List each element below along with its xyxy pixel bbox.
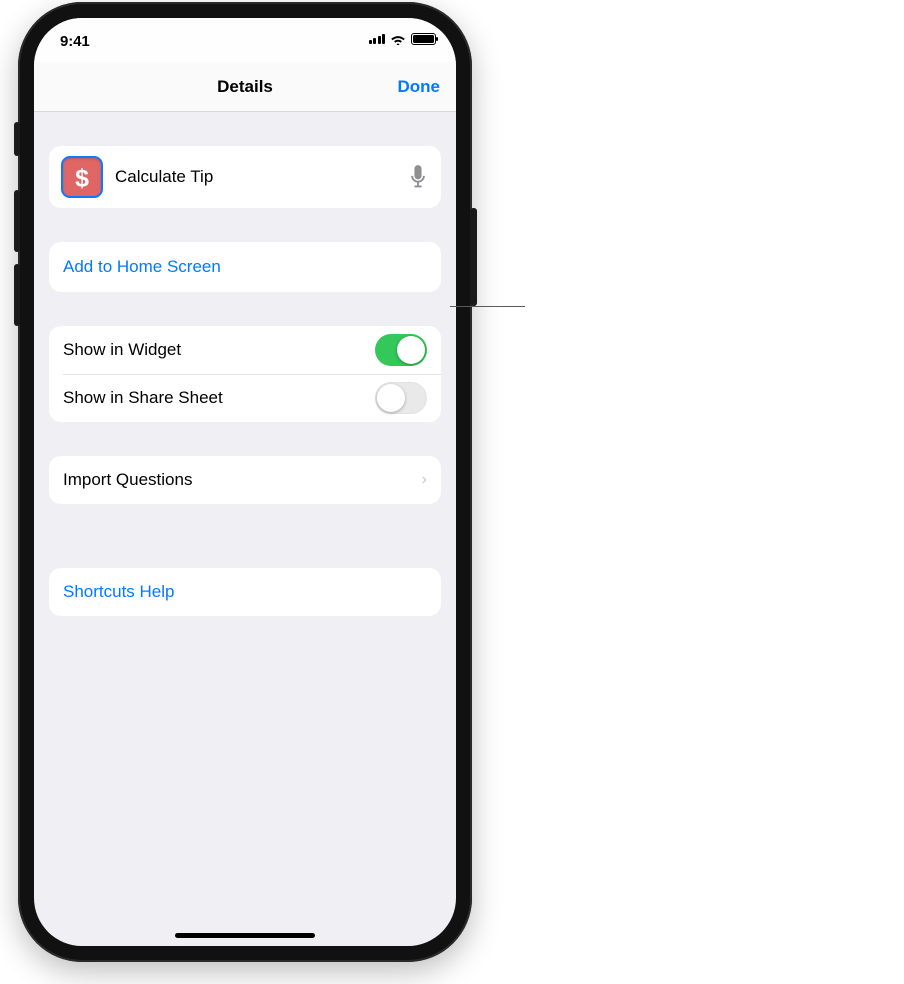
shortcut-name-field[interactable]: Calculate Tip — [115, 167, 409, 187]
help-group: Shortcuts Help — [49, 568, 441, 616]
status-time: 9:41 — [60, 33, 90, 50]
import-questions-label: Import Questions — [63, 470, 422, 490]
dictate-icon[interactable] — [409, 164, 427, 190]
status-right — [369, 33, 437, 45]
side-button-volume-down — [14, 264, 20, 326]
svg-text:$: $ — [75, 164, 89, 191]
nav-bar: Details Done — [34, 62, 456, 112]
shortcut-name-group: $ Calculate Tip — [49, 146, 441, 208]
wifi-icon — [390, 33, 406, 45]
show-in-widget-row: Show in Widget — [49, 326, 441, 374]
side-button-volume-up — [14, 190, 20, 252]
add-to-home-screen-button[interactable]: Add to Home Screen — [49, 242, 441, 292]
callout-line — [450, 306, 525, 307]
shortcut-name-row[interactable]: $ Calculate Tip — [49, 146, 441, 208]
add-to-home-screen-label: Add to Home Screen — [63, 257, 427, 277]
cellular-icon — [369, 34, 386, 44]
shortcuts-help-label: Shortcuts Help — [63, 582, 427, 602]
chevron-right-icon: › — [422, 471, 427, 489]
shortcuts-help-button[interactable]: Shortcuts Help — [49, 568, 441, 616]
done-button[interactable]: Done — [398, 77, 441, 97]
content: $ Calculate Tip — [34, 112, 456, 616]
status-bar: 9:41 — [34, 18, 456, 62]
show-in-widget-toggle[interactable] — [375, 334, 427, 366]
toggles-group: Show in Widget Show in Share Sheet — [49, 326, 441, 422]
side-button-power — [470, 208, 477, 306]
show-in-widget-label: Show in Widget — [63, 340, 375, 360]
import-group: Import Questions › — [49, 456, 441, 504]
add-home-group: Add to Home Screen — [49, 242, 441, 292]
nav-title: Details — [217, 77, 273, 97]
screen: 9:41 Details Done — [34, 18, 456, 946]
device-frame: 9:41 Details Done — [18, 2, 472, 962]
import-questions-button[interactable]: Import Questions › — [49, 456, 441, 504]
side-button-silence — [14, 122, 20, 156]
home-indicator[interactable] — [175, 933, 315, 938]
show-in-share-sheet-row: Show in Share Sheet — [49, 374, 441, 422]
show-in-share-sheet-label: Show in Share Sheet — [63, 388, 375, 408]
dollar-icon[interactable]: $ — [61, 156, 103, 198]
show-in-share-sheet-toggle[interactable] — [375, 382, 427, 414]
battery-icon — [411, 33, 436, 45]
